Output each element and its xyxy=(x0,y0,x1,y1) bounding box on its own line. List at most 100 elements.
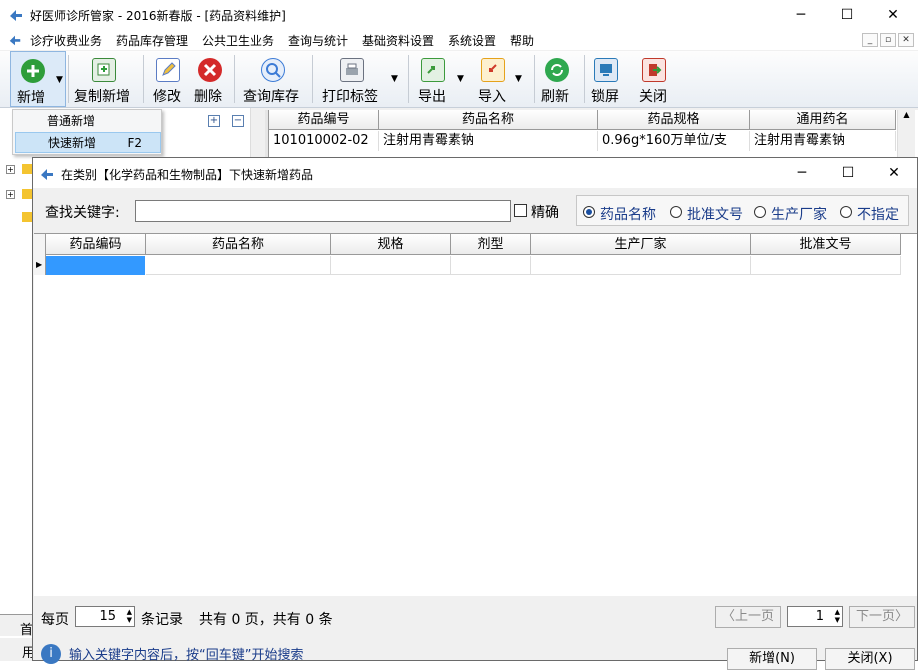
exit-label: 关闭 xyxy=(639,89,667,105)
export-button[interactable]: 导出 xyxy=(414,51,454,107)
mdi-close-button[interactable]: ✕ xyxy=(898,33,914,47)
column-header[interactable]: 药品名称 xyxy=(146,234,331,255)
table-cell[interactable]: 101010002-02 xyxy=(269,131,379,151)
import-dropdown-arrow-icon[interactable]: ▼ xyxy=(515,74,522,84)
print-label-label: 打印标签 xyxy=(322,89,378,105)
tree-expand-icon[interactable]: + xyxy=(6,190,15,199)
menu-item-normal-add[interactable]: 普通新增 xyxy=(15,111,161,132)
menu-item-label: 快速新增 xyxy=(48,136,97,150)
dialog-minimize-button[interactable]: ─ xyxy=(779,158,825,188)
app-menu-icon[interactable] xyxy=(8,33,22,47)
table-cell[interactable] xyxy=(146,256,331,275)
refresh-label: 刷新 xyxy=(541,89,569,105)
export-icon xyxy=(421,58,445,82)
column-header[interactable]: 通用药名 xyxy=(750,110,896,130)
exit-button[interactable]: 关闭 xyxy=(636,51,674,107)
collapse-all-icon[interactable]: − xyxy=(232,115,244,127)
table-cell[interactable] xyxy=(531,256,751,275)
shortcut-label: F2 xyxy=(127,136,142,150)
menu-basic-settings[interactable]: 基础资料设置 xyxy=(362,32,434,49)
exact-match-label[interactable]: 精确 xyxy=(531,202,559,222)
column-header[interactable]: 生产厂家 xyxy=(531,234,751,255)
mdi-minimize-button[interactable]: _ xyxy=(862,33,878,47)
print-dropdown-arrow-icon[interactable]: ▼ xyxy=(391,74,398,84)
row-indicator: ▶ xyxy=(34,234,46,275)
records-label: 条记录 xyxy=(141,612,183,628)
column-header[interactable]: 药品编号 xyxy=(269,110,379,130)
menu-clinic-billing[interactable]: 诊疗收费业务 xyxy=(30,32,102,49)
refresh-button[interactable]: 刷新 xyxy=(538,51,578,107)
drug-list-grid: 药品编号 药品名称 药品规格 通用药名 101010002-02 注射用青霉素钠… xyxy=(265,110,918,160)
menu-query-stats[interactable]: 查询与统计 xyxy=(288,32,348,49)
grid-scrollbar[interactable]: ▲ xyxy=(897,110,915,160)
search-input[interactable] xyxy=(135,200,511,222)
column-header[interactable]: 药品规格 xyxy=(598,110,750,130)
print-label-button[interactable]: 打印标签 xyxy=(318,51,386,107)
toolbar-separator xyxy=(68,55,69,103)
menu-help[interactable]: 帮助 xyxy=(510,32,534,49)
copy-icon xyxy=(92,58,116,82)
dialog-logo-icon xyxy=(41,169,53,180)
next-page-button[interactable]: 下一页〉 xyxy=(849,606,915,628)
export-dropdown-arrow-icon[interactable]: ▼ xyxy=(457,74,464,84)
radio-label[interactable]: 生产厂家 xyxy=(771,204,827,224)
close-dialog-button[interactable]: 关闭(X) xyxy=(825,648,915,670)
radio-label[interactable]: 药品名称 xyxy=(600,204,656,224)
add-dropdown-arrow-icon[interactable]: ▼ xyxy=(56,75,63,85)
dialog-footer: i 输入关键字内容后，按“回车键”开始搜索 新增(N) 关闭(X) xyxy=(33,636,917,670)
per-page-stepper[interactable]: 15 ▲ ▼ xyxy=(75,606,135,627)
query-stock-button[interactable]: 查询库存 xyxy=(240,51,306,107)
close-button[interactable]: ✕ xyxy=(870,0,916,30)
search-label: 查找关键字: xyxy=(45,205,120,221)
delete-icon xyxy=(198,58,222,82)
lock-screen-icon xyxy=(594,58,618,82)
import-label: 导入 xyxy=(478,89,506,105)
page-stepper[interactable]: 1 ▲ ▼ xyxy=(787,606,843,627)
import-icon xyxy=(481,58,505,82)
dialog-close-button[interactable]: ✕ xyxy=(871,158,917,188)
maximize-button[interactable]: ☐ xyxy=(824,0,870,30)
minimize-button[interactable]: ─ xyxy=(778,0,824,30)
menu-public-health[interactable]: 公共卫生业务 xyxy=(202,32,274,49)
column-header[interactable]: 批准文号 xyxy=(751,234,901,255)
menu-item-quick-add[interactable]: 快速新增 F2 xyxy=(15,132,161,153)
radio-unspecified[interactable] xyxy=(840,206,852,218)
table-cell[interactable]: 0.96g*160万单位/支 xyxy=(598,131,750,151)
add-button[interactable]: 新增 ▼ xyxy=(10,51,66,107)
copy-add-button[interactable]: 复制新增 xyxy=(72,51,138,107)
edit-button[interactable]: 修改 xyxy=(150,51,188,107)
table-cell[interactable] xyxy=(331,256,451,275)
add-icon xyxy=(21,59,45,83)
column-header[interactable]: 药品编码 xyxy=(46,234,146,255)
column-header[interactable]: 药品名称 xyxy=(379,110,598,130)
exact-match-checkbox[interactable] xyxy=(514,204,527,217)
copy-add-label: 复制新增 xyxy=(74,89,130,105)
spin-arrows-icon[interactable]: ▲ ▼ xyxy=(835,608,840,624)
lock-screen-button[interactable]: 锁屏 xyxy=(588,51,626,107)
page-value: 1 xyxy=(815,609,824,624)
radio-label[interactable]: 批准文号 xyxy=(687,204,743,224)
radio-approval-number[interactable] xyxy=(670,206,682,218)
prev-page-button[interactable]: 〈上一页 xyxy=(715,606,781,628)
column-header[interactable]: 规格 xyxy=(331,234,451,255)
radio-manufacturer[interactable] xyxy=(754,206,766,218)
delete-button[interactable]: 删除 xyxy=(192,51,228,107)
mdi-restore-button[interactable]: ▫ xyxy=(880,33,896,47)
spin-arrows-icon[interactable]: ▲ ▼ xyxy=(127,608,132,624)
table-cell[interactable] xyxy=(451,256,531,275)
table-cell[interactable]: 注射用青霉素钠 xyxy=(750,131,896,151)
table-cell[interactable]: 注射用青霉素钠 xyxy=(379,131,598,151)
radio-drug-name[interactable] xyxy=(583,206,595,218)
column-header[interactable]: 剂型 xyxy=(451,234,531,255)
dialog-maximize-button[interactable]: ☐ xyxy=(825,158,871,188)
menu-drug-stock[interactable]: 药品库存管理 xyxy=(116,32,188,49)
tree-expand-icon[interactable]: + xyxy=(6,165,15,174)
menu-system-settings[interactable]: 系统设置 xyxy=(448,32,496,49)
radio-label[interactable]: 不指定 xyxy=(857,204,899,224)
new-button[interactable]: 新增(N) xyxy=(727,648,817,670)
folder-icon xyxy=(22,164,32,174)
import-button[interactable]: 导入 xyxy=(474,51,514,107)
expand-all-icon[interactable]: + xyxy=(208,115,220,127)
selected-cell[interactable] xyxy=(46,256,145,275)
table-cell[interactable] xyxy=(751,256,901,275)
